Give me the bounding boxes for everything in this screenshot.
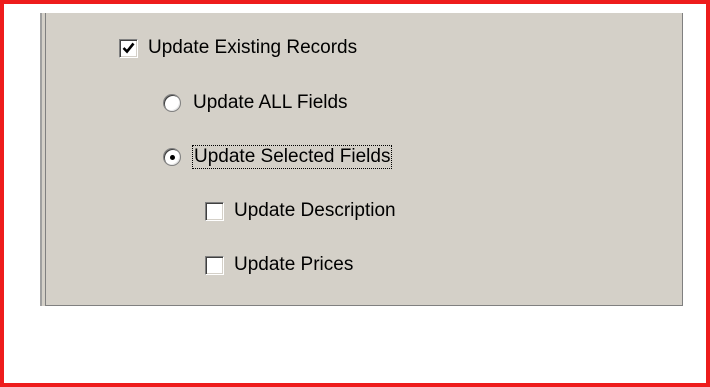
update-existing-records-checkbox[interactable]: Update Existing Records [119, 34, 357, 62]
radio-dot-icon [170, 155, 175, 160]
update-all-fields-radio[interactable]: Update ALL Fields [163, 89, 348, 117]
update-all-fields-label: Update ALL Fields [193, 92, 348, 113]
radio-circle[interactable] [163, 148, 181, 166]
update-description-label: Update Description [234, 200, 396, 221]
checkbox-box[interactable] [205, 255, 224, 275]
update-selected-fields-radio[interactable]: Update Selected Fields [163, 143, 393, 171]
checkbox-box[interactable] [205, 201, 224, 221]
checkbox-box[interactable] [119, 38, 138, 58]
update-selected-fields-label: Update Selected Fields [191, 145, 393, 169]
update-prices-label: Update Prices [234, 254, 354, 275]
update-description-checkbox[interactable]: Update Description [205, 197, 396, 225]
checkmark-icon [122, 42, 135, 53]
update-existing-records-label: Update Existing Records [148, 37, 358, 58]
update-prices-checkbox[interactable]: Update Prices [205, 251, 353, 279]
radio-circle[interactable] [163, 94, 181, 112]
panel-left-edge [40, 13, 46, 306]
